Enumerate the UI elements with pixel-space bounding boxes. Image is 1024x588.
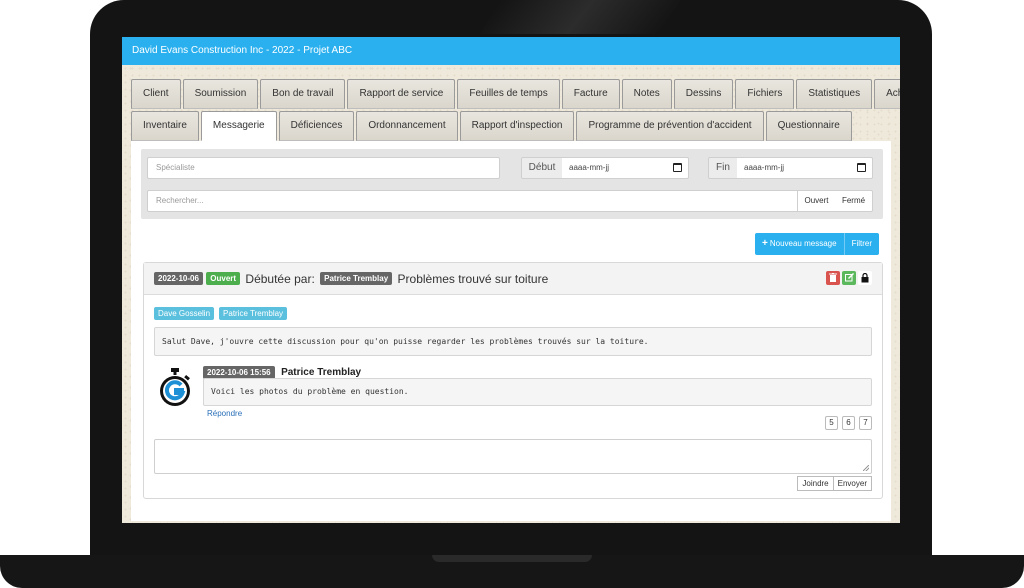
send-button[interactable]: Envoyer [833,476,872,491]
reply-message: Voici les photos du problème en question… [203,378,872,406]
participant-list: Dave Gosselin Patrice Tremblay [154,307,288,320]
tab-rapport-inspection[interactable]: Rapport d'inspection [459,111,575,141]
reply-link[interactable]: Répondre [207,409,242,418]
initial-message: Salut Dave, j'ouvre cette discussion pou… [154,327,872,356]
resize-handle-icon[interactable] [863,465,869,471]
calendar-icon[interactable] [673,163,682,172]
window-title: David Evans Construction Inc - 2022 - Pr… [122,37,900,65]
tab-dessins[interactable]: Dessins [673,79,734,109]
conversation-subject: Problèmes trouvé sur toiture [397,271,549,286]
lock-icon[interactable] [858,271,872,285]
new-message-button[interactable]: + Nouveau message [755,233,844,255]
participant-badge: Patrice Tremblay [219,307,288,320]
attachment-item[interactable]: 7 [859,416,872,430]
compose-textarea[interactable] [154,439,872,474]
attachment-item[interactable]: 6 [842,416,855,430]
avatar [158,367,192,407]
tab-bon-de-travail[interactable]: Bon de travail [260,79,346,109]
trash-icon[interactable] [826,271,840,285]
tab-feuilles-de-temps[interactable]: Feuilles de temps [457,79,560,109]
bezel-reflection [479,0,681,34]
tabs-row-1: Client Soumission Bon de travail Rapport… [131,79,900,109]
attachment-item[interactable]: 5 [825,416,838,430]
laptop-mockup: David Evans Construction Inc - 2022 - Pr… [0,0,1024,588]
compose-actions: Joindre Envoyer [797,476,872,491]
new-message-label: Nouveau message [769,239,837,248]
tab-facture[interactable]: Facture [561,79,620,109]
app-screen: David Evans Construction Inc - 2022 - Pr… [122,37,900,523]
end-date-value: aaaa-mm-jj [744,163,785,172]
conversation-actions [826,271,872,285]
attach-button[interactable]: Joindre [797,476,834,491]
conversation-header[interactable]: 2022-10-06 Ouvert Débutée par: Patrice T… [144,263,882,295]
tab-questionnaire[interactable]: Questionnaire [765,111,852,141]
filter-button[interactable]: Filtrer [843,233,879,255]
stopwatch-icon [160,368,190,406]
message-toolbar: + Nouveau message Filtrer [755,233,880,255]
start-date-value: aaaa-mm-jj [569,163,610,172]
tab-achats[interactable]: Achats [874,79,900,109]
conversation-card: 2022-10-06 Ouvert Débutée par: Patrice T… [143,262,883,499]
search-input[interactable]: Rechercher... [147,190,798,212]
tab-fichiers[interactable]: Fichiers [735,79,795,109]
attachment-list: 5 6 7 [825,416,872,430]
tab-deficiences[interactable]: Déficiences [278,111,355,141]
filter-closed-button[interactable]: Fermé [835,190,873,212]
tab-notes[interactable]: Notes [621,79,672,109]
participant-badge: Dave Gosselin [154,307,215,320]
tab-statistiques[interactable]: Statistiques [796,79,873,109]
started-by-label: Débutée par: [245,271,315,286]
tab-messagerie[interactable]: Messagerie [200,111,277,141]
messagerie-panel: Spécialiste Début aaaa-mm-jj Fin aaaa-mm… [131,141,891,521]
tab-rapport-de-service[interactable]: Rapport de service [347,79,456,109]
calendar-icon[interactable] [857,163,866,172]
tab-client[interactable]: Client [131,79,181,109]
status-badge: Ouvert [206,272,241,286]
conversation-summary: 2022-10-06 Ouvert Débutée par: Patrice T… [154,271,550,286]
conversation-date-badge: 2022-10-06 [154,272,203,286]
end-date-input[interactable]: aaaa-mm-jj [737,157,873,179]
tab-programme-prevention[interactable]: Programme de prévention d'accident [576,111,764,141]
tab-inventaire[interactable]: Inventaire [131,111,199,141]
start-date-label: Début [521,157,563,179]
tab-ordonnancement[interactable]: Ordonnancement [356,111,458,141]
tab-soumission[interactable]: Soumission [182,79,259,109]
end-date-label: Fin [708,157,738,179]
plus-icon: + [762,238,768,249]
author-badge: Patrice Tremblay [320,272,393,286]
specialist-input[interactable]: Spécialiste [147,157,500,179]
reply-author: Patrice Tremblay [281,367,362,379]
tabs-row-2: Inventaire Messagerie Déficiences Ordonn… [131,111,852,141]
laptop-notch [432,555,592,562]
filter-bar: Spécialiste Début aaaa-mm-jj Fin aaaa-mm… [141,149,883,219]
start-date-input[interactable]: aaaa-mm-jj [562,157,689,179]
edit-icon[interactable] [842,271,856,285]
filter-open-button[interactable]: Ouvert [797,190,836,212]
